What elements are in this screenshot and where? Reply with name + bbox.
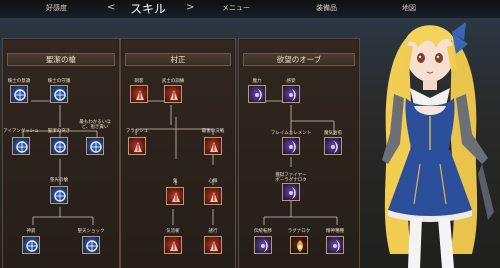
fire-icon[interactable]: [290, 236, 308, 254]
skill-label: 騎士の守護: [47, 79, 71, 84]
skill-label: 魔気治愈: [324, 131, 342, 136]
skill-label: 諸行: [208, 229, 218, 234]
heart-shield-icon[interactable]: [10, 85, 28, 103]
nav-menu[interactable]: メニュー: [222, 3, 250, 13]
nav-next-arrow[interactable]: >: [186, 2, 194, 13]
samurai-icon[interactable]: [164, 85, 182, 103]
skill-label: 鬼: [172, 179, 178, 184]
arrows-icon[interactable]: [326, 236, 344, 254]
skull-icon[interactable]: [22, 236, 40, 254]
skill-label: 最後の決戦: [201, 129, 225, 134]
flame-pillar-icon[interactable]: [282, 183, 300, 201]
skill-label: 伝統転移: [254, 229, 272, 234]
skill-label: ラグナロク: [287, 229, 311, 234]
cyclone-icon[interactable]: [324, 137, 342, 155]
flower-icon[interactable]: [254, 236, 272, 254]
flame-burst-icon[interactable]: [204, 137, 222, 155]
skill-label: 聖光の槍: [50, 178, 68, 183]
crescent-icon[interactable]: [248, 85, 266, 103]
skill-label: 獲獄ファイヤーボーラグナロク: [275, 173, 307, 183]
skill-label: フレイムエレメント: [270, 131, 312, 136]
skill-label: 聖潔の突き: [47, 129, 71, 134]
skill-label: 感受: [286, 79, 296, 84]
vortex-icon[interactable]: [166, 187, 184, 205]
game-screen: 好感度 < スキル > メニュー 装備品 地図 聖潔の槍 村正 欲望のオーブ 騎…: [0, 0, 500, 268]
shield-burst-icon[interactable]: [82, 236, 100, 254]
heroine-portrait: [382, 22, 494, 268]
starburst-icon[interactable]: [204, 187, 222, 205]
skill-label: 騎士の意識: [7, 79, 31, 84]
slash-icon[interactable]: [164, 236, 182, 254]
skill-label: フラッシュ: [125, 129, 149, 134]
flame-orb-icon[interactable]: [282, 137, 300, 155]
skill-label: 神罰: [26, 229, 36, 234]
skill-label: 聖天ショック: [77, 229, 105, 234]
swirl-icon[interactable]: [50, 186, 68, 204]
shield-cross-icon[interactable]: [50, 85, 68, 103]
skill-label: 最もわかるいほど、抱き責い: [79, 120, 111, 130]
skill-label: 気流斬: [166, 229, 180, 234]
nav-map[interactable]: 地図: [402, 3, 416, 13]
nav-prev-arrow[interactable]: <: [107, 2, 115, 13]
skill-label: 刺客: [134, 79, 144, 84]
nav-affection[interactable]: 好感度: [46, 3, 67, 13]
horse-icon[interactable]: [12, 137, 30, 155]
skill-label: 精神種種: [326, 229, 344, 234]
nav-equipment[interactable]: 装備品: [316, 3, 337, 13]
hooded-figure-icon[interactable]: [130, 85, 148, 103]
skill-label: アイアンダッシュ: [3, 129, 39, 134]
skill-label: 心眼: [208, 179, 218, 184]
blade-icon[interactable]: [204, 236, 222, 254]
skill-label: 武士の訓練: [161, 79, 185, 84]
skill-label: 魔力: [252, 79, 262, 84]
sparkle-burst-icon[interactable]: [86, 137, 104, 155]
spear-thrust-icon[interactable]: [50, 137, 68, 155]
eye-orb-icon[interactable]: [282, 85, 300, 103]
nav-skill[interactable]: スキル: [130, 0, 166, 17]
scroll-icon[interactable]: [128, 137, 146, 155]
